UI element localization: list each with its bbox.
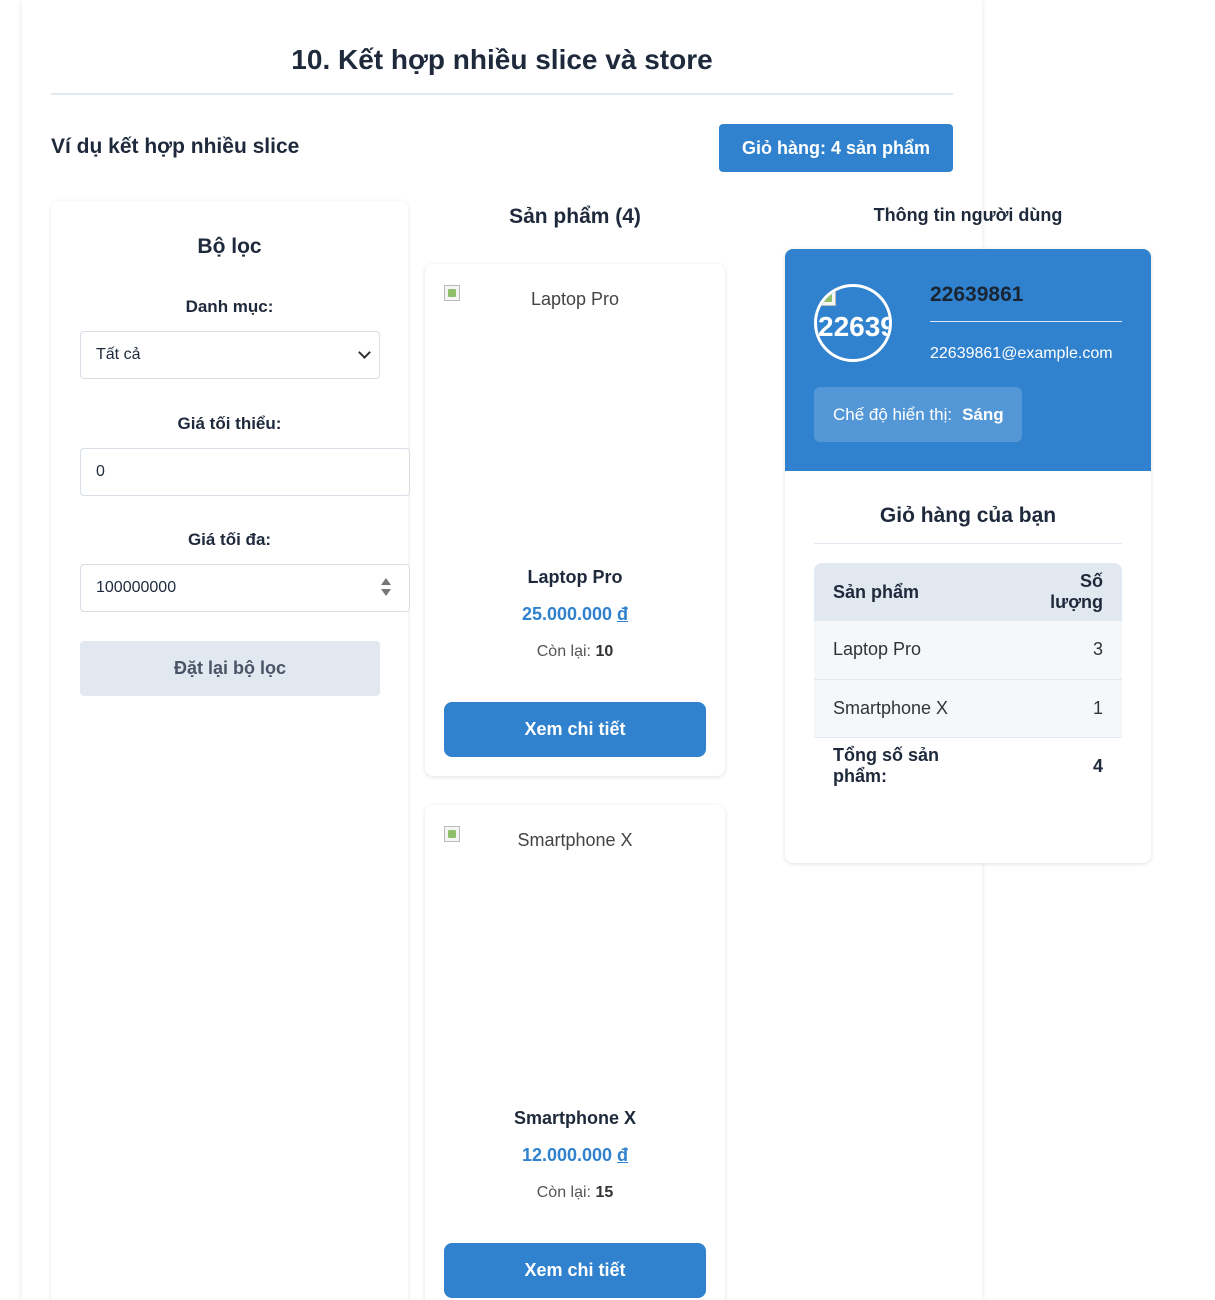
cart-table: Sản phẩm Số lượng Laptop Pro 3 Smartphon… [814,563,1122,795]
table-row: Smartphone X 1 [814,679,1122,738]
product-card: Smartphone X Smartphone X 12.000.000 đ C… [425,805,725,1300]
min-price-value: 0 [96,463,105,480]
chevron-down-icon [358,346,371,359]
product-stock: Còn lại: 10 [536,643,614,660]
cart-item-name: Laptop Pro [814,621,1008,680]
cart-divider [814,543,1122,544]
title-divider [51,93,953,95]
cart-total-label: Tổng số sản phẩm: [814,737,1008,795]
cart-item-quantity: 3 [1007,621,1122,680]
product-stock: Còn lại: 15 [536,1184,614,1201]
view-detail-button[interactable]: Xem chi tiết [444,702,706,757]
avatar: 22639861 [814,284,892,362]
column-quantity: Số lượng [1007,563,1122,621]
min-price-input[interactable]: 0 [80,448,410,496]
cart-table-header: Sản phẩm Số lượng [814,563,1122,621]
category-select[interactable]: Tất cả [80,331,380,379]
user-card: 22639861 22639861 22639861@example.com C… [785,249,1151,863]
column-product: Sản phẩm [814,563,1008,621]
cart-total-row: Tổng số sản phẩm: 4 [814,737,1122,795]
max-price-label: Giá tối đa: [187,530,272,549]
product-image-alt: Smartphone X [517,830,633,850]
product-price: 25.000.000 đ [521,604,629,624]
cart-count-button[interactable]: Giỏ hàng: 4 sản phẩm [719,124,953,172]
table-row: Laptop Pro 3 [814,621,1122,680]
view-detail-button[interactable]: Xem chi tiết [444,1243,706,1298]
display-mode-value: Sáng [962,404,1004,424]
user-name: 22639861 [930,283,1024,306]
page-title: 10. Kết hợp nhiều slice và store [291,44,713,75]
product-name: Laptop Pro [527,567,623,587]
user-info-heading: Thông tin người dùng [873,205,1063,225]
filter-panel: Bộ lọc Danh mục: Tất cả Giá tối thiểu: 0… [51,201,410,1300]
max-price-input[interactable]: 100000000 [80,564,410,612]
product-card: Laptop Pro Laptop Pro 25.000.000 đ Còn l… [425,264,725,776]
broken-image-icon [820,290,836,306]
section-subtitle: Ví dụ kết hợp nhiều slice [51,135,300,158]
product-image-alt: Laptop Pro [530,289,620,309]
display-mode-label: Chế độ hiển thị: [833,404,953,424]
cart-item-quantity: 1 [1007,679,1122,738]
min-price-label: Giá tối thiểu: [177,414,282,433]
cart-title: Giỏ hàng của bạn [879,504,1057,527]
filter-title: Bộ lọc [197,235,262,258]
user-email: 22639861@example.com [930,345,1113,362]
user-profile-header: 22639861 22639861 22639861@example.com C… [785,249,1151,471]
reset-filter-button[interactable]: Đặt lại bộ lọc [80,641,380,696]
display-mode-toggle[interactable]: Chế độ hiển thị: Sáng [814,387,1022,442]
avatar-alt-text: 22639861 [818,311,889,342]
category-select-value: Tất cả [96,346,141,363]
product-image: Smartphone X [444,824,706,1084]
max-price-value: 100000000 [96,579,177,596]
product-name: Smartphone X [513,1108,637,1128]
category-label: Danh mục: [185,297,274,316]
product-price: 12.000.000 đ [521,1145,629,1165]
products-heading: Sản phẩm (4) [509,205,641,228]
user-divider [930,321,1122,322]
cart-total-value: 4 [1007,737,1122,795]
cart-item-name: Smartphone X [814,679,1008,738]
number-stepper-icon[interactable] [381,578,391,600]
product-image: Laptop Pro [444,283,706,543]
